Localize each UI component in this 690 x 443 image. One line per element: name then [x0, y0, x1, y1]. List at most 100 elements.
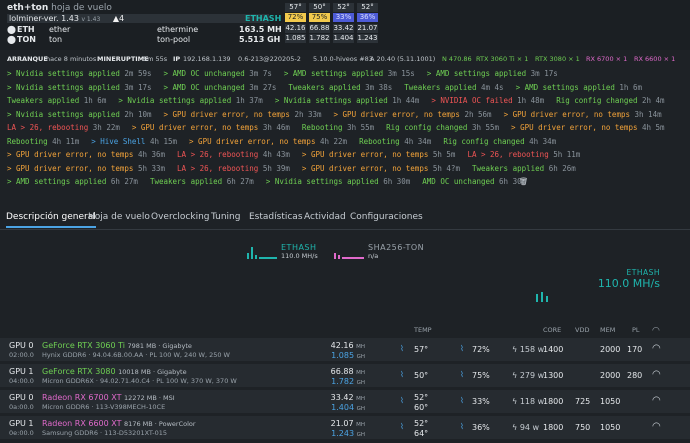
event-item[interactable]: > GPU driver error, no temps 4h 36m — [7, 149, 165, 160]
event-item[interactable]: Tweakers applied 6h 27m — [150, 176, 254, 187]
event-item[interactable]: > Nvidia settings applied 2m 59s — [7, 68, 152, 79]
col-core: CORE — [543, 326, 562, 334]
fan-icon: ⌇ — [460, 344, 464, 353]
event-item[interactable]: Rig config changed 3h 55m — [386, 122, 499, 133]
ip-label: IP — [173, 55, 181, 63]
event-item[interactable]: > AMD settings applied 1h 6m — [516, 82, 642, 93]
gpu-memory: 10018 MB · Gigabyte — [118, 368, 187, 376]
col-temp: TEMP — [414, 326, 432, 334]
fan-icon: ⌇ — [460, 422, 464, 431]
gpu-model[interactable]: Radeon RX 6600 XT 8176 MB · PowerColor — [42, 419, 196, 428]
rig-title: eth+ton hoja de vuelo — [7, 3, 112, 13]
hashrate-unit: GH — [356, 406, 365, 412]
event-item[interactable]: Tweakers applied 4m 4s — [404, 82, 503, 93]
event-item[interactable]: > GPU driver error, no temps 4h 5m — [511, 122, 665, 133]
event-item[interactable]: Tweakers applied 3m 38s — [288, 82, 392, 93]
coin-pool: ethermine — [157, 25, 199, 34]
tab-activity[interactable]: Actividad — [304, 212, 346, 222]
gpu-mem-temp: 60° — [414, 403, 429, 412]
event-item[interactable]: > GPU driver error, no temps 5h 4?m — [302, 163, 460, 174]
event-item[interactable]: > GPU driver error, no temps 5h 33m — [7, 163, 165, 174]
event-item[interactable]: > GPU driver error, no temps 2h 33m — [163, 109, 321, 120]
gpu-index: GPU 1 — [9, 419, 34, 428]
event-item[interactable]: LA > 26, rebooting 5h 39m — [177, 163, 290, 174]
event-item[interactable]: > GPU driver error, no temps 3h 14m — [504, 109, 662, 120]
event-item[interactable]: > Nvidia settings applied 2h 10m — [7, 109, 152, 120]
event-item[interactable]: > Nvidia settings applied 6h 30m — [266, 176, 411, 187]
event-time: 3m 38s — [365, 82, 393, 92]
event-item[interactable]: > AMD settings applied 3m 15s — [284, 68, 415, 79]
tab-bar: Descripción general Hoja de vuelo Overcl… — [0, 208, 690, 230]
event-item[interactable]: Rig config changed 4h 34m — [443, 136, 556, 147]
event-item[interactable]: > GPU driver error, no temps 4h 22m — [189, 136, 347, 147]
event-item[interactable]: Tweakers applied 6h 26m — [472, 163, 576, 174]
event-time: 4h 22m — [319, 136, 348, 146]
event-text: > GPU driver error, no temps — [301, 163, 433, 173]
event-item[interactable]: > GPU driver error, no temps 3h 46m — [132, 122, 290, 133]
event-text: > Nvidia settings applied — [7, 82, 125, 92]
event-text: Rig config changed — [556, 96, 642, 105]
event-time: 6h 27m — [226, 177, 254, 186]
event-item[interactable]: > NVIDIA OC failed 1h 48m — [431, 95, 544, 106]
tab-statistics[interactable]: Estadísticas — [249, 212, 303, 222]
tab-overclocking[interactable]: Overclocking — [151, 212, 209, 222]
tab-overview[interactable]: Descripción general — [6, 212, 96, 228]
event-item[interactable]: Rebooting 4h 11m — [7, 136, 79, 147]
gpu-model[interactable]: GeForce RTX 3060 Ti 7981 MB · Gigabyte — [42, 341, 192, 350]
event-item[interactable]: Rebooting 4h 34m — [359, 136, 431, 147]
coin-name: ton — [49, 35, 63, 44]
event-item[interactable]: > Nvidia settings applied 1h 37m — [118, 95, 263, 106]
alert-count[interactable]: ▲4 — [113, 14, 124, 23]
event-item[interactable]: LA > 26, rebooting 3h 22m — [7, 122, 120, 133]
rig-subtitle: hoja de vuelo — [51, 3, 112, 13]
event-item[interactable]: > Hive Shell 4h 15m — [91, 136, 177, 147]
event-item[interactable]: LA > 26, rebooting 4h 43m — [177, 149, 290, 160]
event-item[interactable]: > Nvidia settings applied 1h 44m — [275, 95, 420, 106]
gpu-hashrate-ton: 1.782 GH — [331, 377, 365, 386]
event-item[interactable]: > GPU driver error, no temps 5h 5m — [302, 149, 456, 160]
mini-chart-icon — [536, 292, 548, 302]
gpu-hashrate-ton: 1.085 GH — [331, 351, 365, 360]
gpu-row[interactable]: GPU 1 04:00.0 GeForce RTX 3080 10018 MB · … — [0, 364, 690, 388]
gpu-bus-id: 0e:00.0 — [9, 429, 34, 437]
gpu-row[interactable]: GPU 1 0e:00.0 Radeon RX 6600 XT 8176 MB · … — [0, 416, 690, 440]
event-item[interactable]: AMD OC unchanged 6h 30m — [422, 176, 526, 187]
event-time: 4h 43m — [262, 150, 290, 159]
clear-events-icon[interactable]: 🗑 — [519, 176, 529, 187]
tab-flightsheet[interactable]: Hoja de vuelo — [88, 212, 150, 222]
event-text: > AMD settings applied — [283, 69, 388, 78]
gpu-vdd: 725 — [575, 397, 591, 406]
gpu-row[interactable]: GPU 0 0a:00.0 Radeon RX 6700 XT 12272 MB ·… — [0, 390, 690, 414]
event-text: Tweakers applied — [471, 163, 549, 173]
gpu-vdd: 750 — [575, 423, 591, 432]
gpu-model[interactable]: GeForce RTX 3080 10018 MB · Gigabyte — [42, 367, 187, 376]
event-item[interactable]: > Nvidia settings applied 3m 17s — [7, 82, 152, 93]
gauge-icon[interactable]: ◠ — [652, 395, 661, 406]
coin-hashrate: 163.5 MH — [239, 25, 282, 34]
event-item[interactable]: Tweakers applied 1h 6m — [7, 95, 106, 106]
event-item[interactable]: Rig config changed 2h 4m — [556, 95, 664, 106]
event-item[interactable]: Rebooting 3h 55m — [302, 122, 374, 133]
event-text: Tweakers applied — [404, 82, 481, 92]
tab-tuning[interactable]: Tuning — [211, 212, 240, 222]
gpu-row[interactable]: GPU 0 02:00.0 GeForce RTX 3060 Ti 7981 MB … — [0, 338, 690, 362]
gpu-model[interactable]: Radeon RX 6700 XT 12272 MB · MSI — [42, 393, 175, 402]
gauge-icon[interactable]: ◠ — [652, 421, 661, 432]
gpu-core: 1400 — [543, 345, 564, 354]
gauge-icon[interactable]: ◠ — [652, 369, 661, 380]
event-item[interactable]: > AMD OC unchanged 3m 27s — [163, 82, 276, 93]
event-log: > Nvidia settings applied 2m 59s > AMD OC… — [0, 68, 690, 198]
gpu-fan: 36% — [472, 423, 490, 432]
gauge-icon[interactable]: ◠ — [652, 343, 661, 354]
thermometer-icon: ⌇ — [400, 370, 404, 379]
event-item[interactable]: > AMD OC unchanged 3m 7s — [163, 68, 271, 79]
event-item[interactable]: > AMD settings applied 6h 27m — [7, 176, 138, 187]
event-item[interactable]: LA > 26, rebooting 5h 11m — [467, 149, 580, 160]
tab-settings[interactable]: Configuraciones — [350, 212, 423, 222]
gpu-detail: Hynix GDDR6 · 94.04.6B.00.AA · PL 100 W,… — [42, 351, 230, 359]
event-item[interactable]: > AMD settings applied 3m 17s — [427, 68, 558, 79]
event-time: 2h 56m — [464, 109, 492, 119]
event-item[interactable]: > GPU driver error, no temps 2h 56m — [334, 109, 492, 120]
gpu-summary-4: RX 6600 × 1 — [634, 55, 676, 63]
miner-version-bar[interactable]: lolminer-ver. 1.43 v 1.43 ▲4 ETHASH — [7, 14, 281, 23]
